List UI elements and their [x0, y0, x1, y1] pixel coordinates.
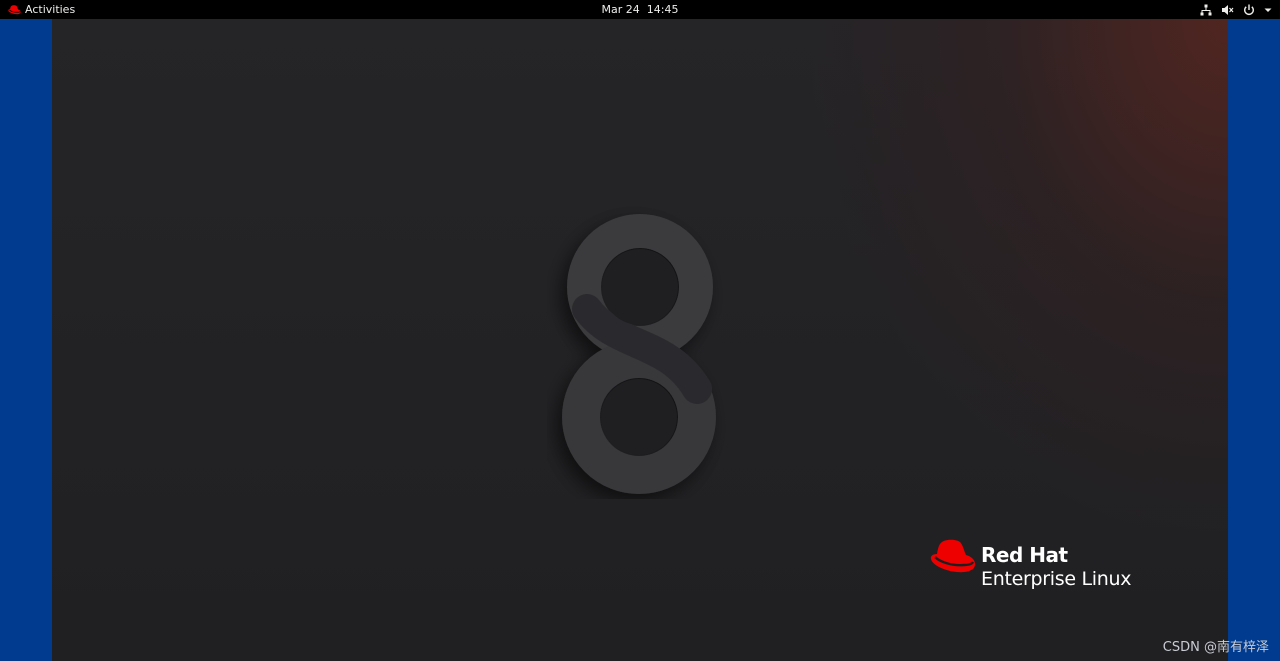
brand-name: Red Hat: [981, 543, 1068, 567]
system-status-menu[interactable]: [1200, 0, 1272, 19]
power-icon: [1244, 4, 1254, 15]
activities-button[interactable]: Activities: [8, 0, 75, 19]
network-wired-icon: [1200, 4, 1212, 15]
csdn-watermark: CSDN @南有梓泽: [1162, 640, 1269, 655]
redhat-brand-logo: Red Hat Enterprise Linux: [930, 537, 1170, 597]
volume-muted-icon: [1222, 4, 1234, 15]
clock-button[interactable]: Mar 24 14:45: [580, 0, 700, 19]
chevron-down-icon: [1264, 8, 1272, 12]
gnome-top-bar: Activities Mar 24 14:45: [0, 0, 1280, 19]
rhel8-wallpaper-eight-graphic: [562, 214, 716, 494]
vm-border-right: [1228, 19, 1280, 661]
desktop-wallpaper: Red Hat Enterprise Linux: [52, 19, 1228, 661]
vm-border-left: [0, 19, 52, 661]
brand-product: Enterprise Linux: [981, 568, 1132, 590]
redhat-hat-icon: [8, 4, 21, 14]
desktop-screen: Red Hat Enterprise Linux Activities Mar …: [0, 0, 1280, 661]
redhat-hat-icon: [930, 539, 975, 573]
activities-label: Activities: [25, 3, 76, 16]
